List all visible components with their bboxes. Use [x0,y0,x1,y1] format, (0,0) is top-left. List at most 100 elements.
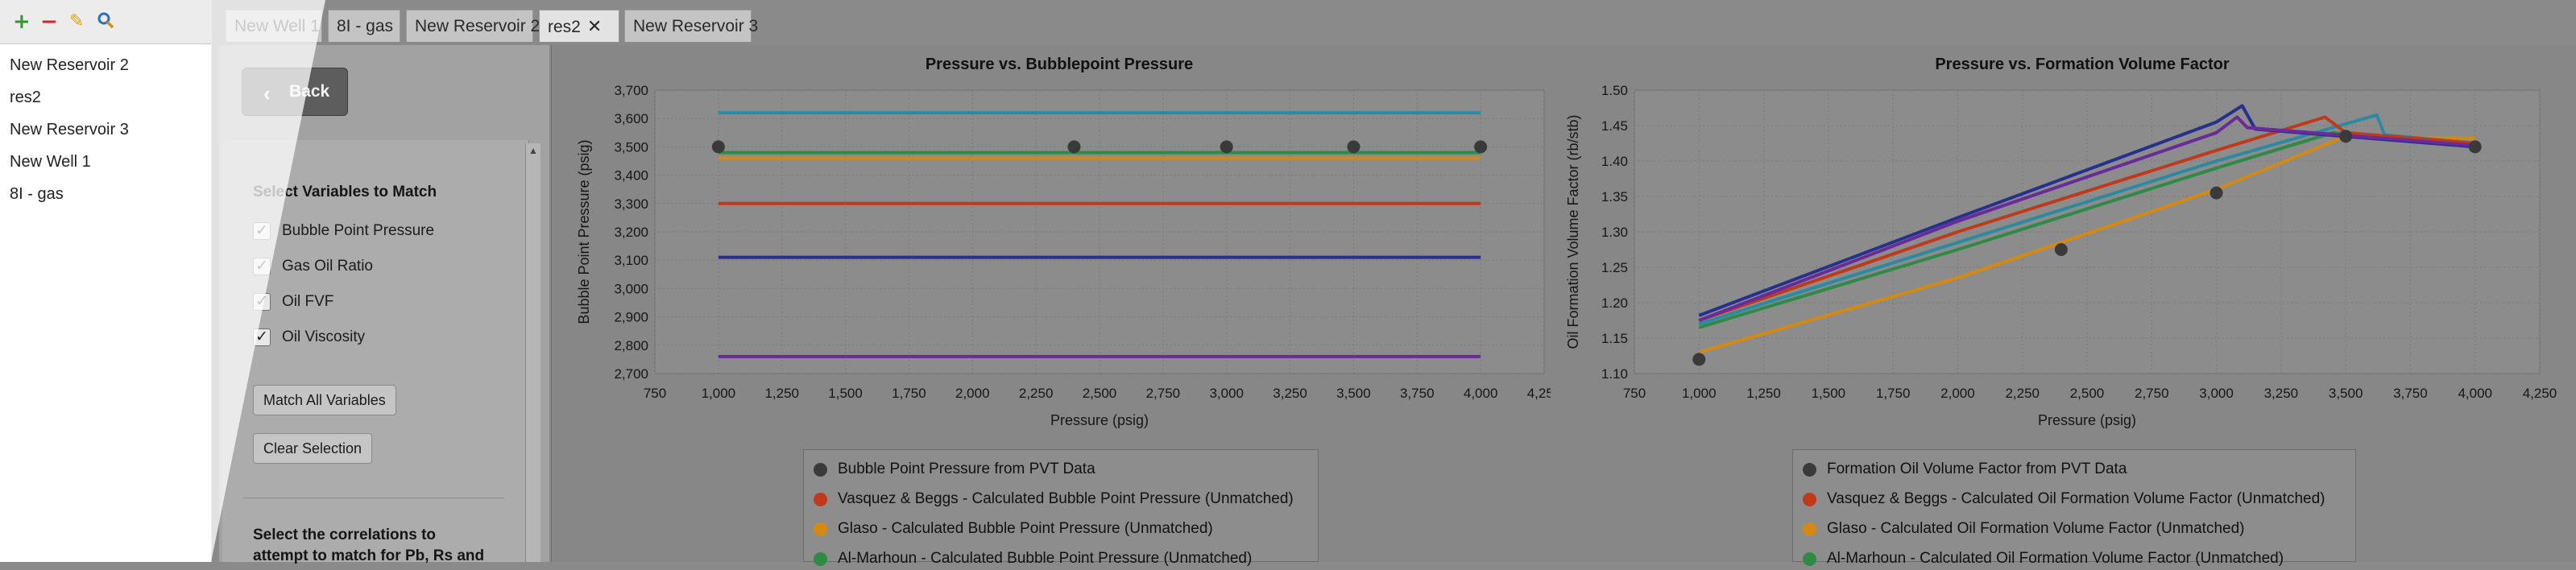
tree-item[interactable]: New Well 1 [0,146,211,178]
tab-label: New Reservoir 3 [633,17,759,35]
x-tick-label: 2,000 [1940,386,1975,401]
chart-title: Pressure vs. Formation Volume Factor [1935,56,2230,73]
y-tick-label: 3,000 [614,281,648,296]
y-tick-label: 1.35 [1601,189,1628,204]
x-tick-label: 4,250 [1527,386,1551,401]
chart-bubblepoint-legend: Bubble Point Pressure from PVT Data Vasqu… [803,449,1319,567]
x-tick-label: 2,500 [2070,386,2105,401]
tab-label: 8I - gas [337,17,394,35]
tab-8i-gas[interactable]: 8I - gas [328,10,400,42]
x-tick-label: 2,750 [1146,386,1181,401]
check-icon[interactable]: ✓ [253,293,271,311]
charts-area: 2,700 2,800 2,900 3,000 3,100 3,200 3,300 3,400… [551,45,2576,567]
y-tick-label: 2,900 [614,310,648,325]
tree-item[interactable]: New Reservoir 3 [0,114,211,146]
y-tick-label: 1.50 [1601,83,1628,98]
x-tick-label: 2,000 [955,386,990,401]
x-tick-label: 750 [644,386,666,401]
tab-new-reservoir-3[interactable]: New Reservoir 3 [624,10,758,42]
side-panel-content [222,140,529,562]
x-tick-label: 2,250 [1019,386,1054,401]
legend-label: Vasquez & Beggs - Calculated Oil Formati… [1827,490,2325,507]
x-tick-label: 2,500 [1083,386,1117,401]
y-tick-label: 3,400 [614,168,648,184]
pvt-data-point [1220,140,1233,154]
legend-label: Glaso - Calculated Bubble Point Pressure… [838,520,1213,537]
tree-item[interactable]: res2 [0,81,211,114]
pvt-data-point [1347,140,1360,154]
x-axis-label: Pressure (psig) [1050,412,1149,428]
check-icon[interactable]: ✓ [253,258,271,275]
y-tick-label: 3,100 [614,253,648,268]
chevron-up-icon[interactable]: ▲ [528,145,538,156]
y-tick-label: 2,700 [614,366,648,382]
side-scrollbar[interactable]: ▲ [525,143,540,562]
pvt-data-point [2054,243,2068,256]
legend-marker [1803,493,1816,506]
checkbox-label: Gas Oil Ratio [282,258,373,275]
search-icon[interactable] [97,11,114,33]
x-tick-label: 3,000 [1209,386,1244,401]
x-tick-label: 1,750 [892,386,926,401]
x-tick-label: 3,250 [1273,386,1307,401]
y-tick-label: 1.45 [1601,118,1628,134]
chart-title: Pressure vs. Bubblepoint Pressure [926,56,1193,73]
pencil-icon[interactable]: ✎ [69,11,84,32]
correlations-title-line-2: attempt to match for Pb, Rs and [253,547,485,564]
clear-selection-button[interactable]: Clear Selection [253,433,373,464]
check-icon[interactable]: ✓ [253,328,271,346]
y-axis-label: Oil Formation Volume Factor (rb/stb) [1565,114,1581,349]
checkbox-label: Oil FVF [282,293,334,310]
x-tick-label: 1,500 [1812,386,1846,401]
x-tick-label: 1,000 [702,386,736,401]
legend-marker [814,463,827,477]
legend-marker [814,552,827,566]
tab-label: New Reservoir 2 [415,17,540,35]
legend-label: Formation Oil Volume Factor from PVT Dat… [1827,461,2127,477]
tab-label: res2 [548,18,581,36]
checkbox-label: Bubble Point Pressure [282,222,435,239]
legend-marker [1803,552,1816,566]
y-tick-label: 1.30 [1601,225,1628,240]
pvt-data-point [2468,140,2482,154]
chevron-left-icon: ‹ [263,81,271,105]
pvt-data-point [711,140,725,154]
x-axis-label: Pressure (psig) [2038,412,2136,428]
minus-icon[interactable]: − [40,11,58,32]
tree-item[interactable]: New Reservoir 2 [0,49,211,81]
legend-label: Bubble Point Pressure from PVT Data [838,461,1095,477]
checkbox-label: Oil Viscosity [282,328,366,345]
select-variables-title: Select Variables to Match [253,184,437,200]
tree-item[interactable]: 8I - gas [0,178,211,210]
tab-new-reservoir-2[interactable]: New Reservoir 2 [406,10,540,42]
close-icon[interactable]: ✕ [587,16,602,36]
x-tick-label: 1,750 [1876,386,1911,401]
legend-label: Vasquez & Beggs - Calculated Bubble Poin… [838,490,1294,507]
tab-new-well-1[interactable]: New Well 1 [226,10,322,42]
x-tick-label: 3,500 [2329,386,2363,401]
check-icon[interactable]: ✓ [253,222,271,240]
pvt-data-point [1067,140,1081,154]
y-tick-label: 1.20 [1601,295,1628,311]
x-tick-label: 1,500 [828,386,863,401]
x-tick-label: 4,000 [1464,386,1498,401]
legend-label: Al-Marhoun - Calculated Oil Formation Vo… [1827,550,2284,567]
legend-marker [1803,522,1816,536]
x-tick-label: 2,750 [2135,386,2169,401]
correlations-title: Select the correlations to [253,527,437,543]
tab-res2[interactable]: res2 ✕ [539,10,619,42]
tab-bar: New Well 1 8I - gas New Reservoir 2 res2… [219,0,2576,45]
match-all-variables-button[interactable]: Match All Variables [253,385,396,415]
tree-toolbar: + − ✎ [0,0,211,44]
pvt-data-point [2209,186,2223,200]
x-tick-label: 3,500 [1336,386,1371,401]
x-tick-label: 3,000 [2199,386,2234,401]
x-tick-label: 3,750 [1400,386,1435,401]
pvt-data-point [2339,130,2353,143]
y-axis-label: Bubble Point Pressure (psig) [576,139,592,324]
back-button[interactable]: ‹ Back [242,68,348,116]
x-tick-label: 2,250 [2005,386,2040,401]
legend-marker [814,493,827,506]
legend-marker [814,522,827,536]
plus-icon[interactable]: + [13,11,31,32]
